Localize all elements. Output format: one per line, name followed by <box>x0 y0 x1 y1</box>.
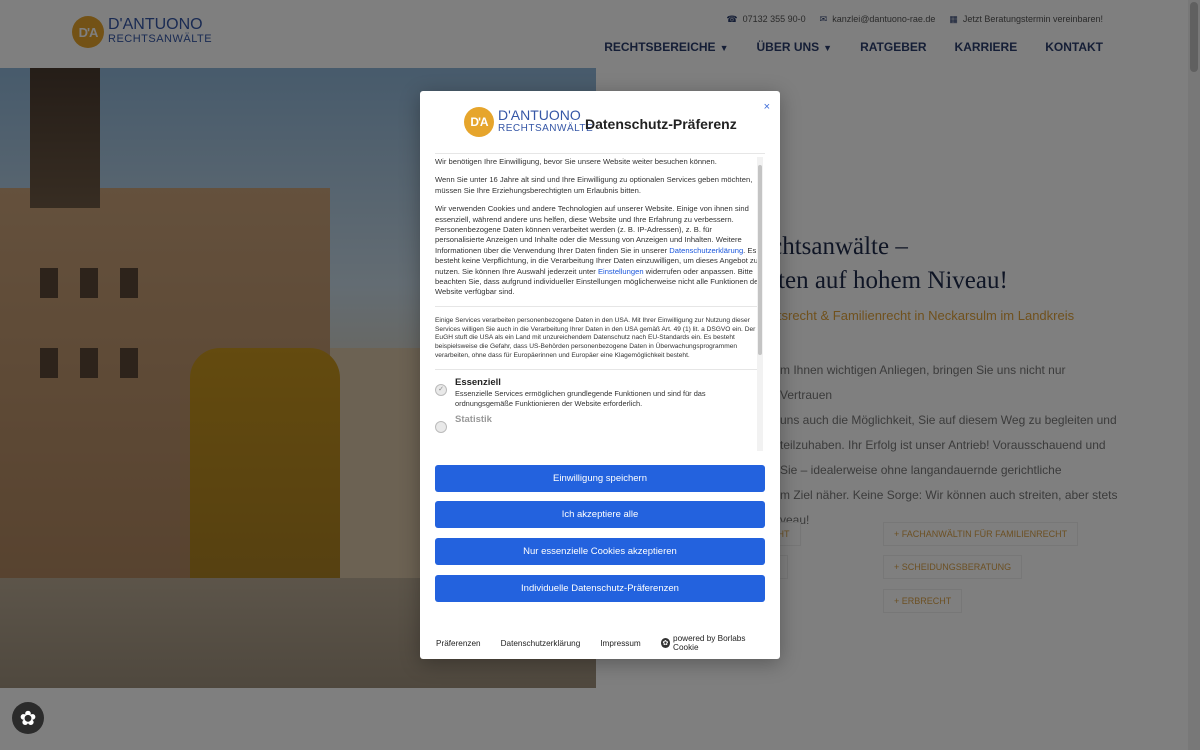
logo-mark: D'A <box>464 107 494 137</box>
divider <box>435 153 765 154</box>
dialog-body[interactable]: Wir benötigen Ihre Einwilligung, bevor S… <box>435 157 761 451</box>
cookie-explanation: Wir verwenden Cookies und andere Technol… <box>435 204 761 298</box>
borlabs-gear-icon: ✿ <box>660 638 671 648</box>
imprint-link[interactable]: Impressum <box>600 639 641 648</box>
category-title: Statistik <box>455 414 492 426</box>
checkbox[interactable] <box>435 421 447 434</box>
privacy-link[interactable]: Datenschutzerklärung <box>501 639 581 648</box>
save-consent-button[interactable]: Einwilligung speichern <box>435 465 765 492</box>
age-notice: Wenn Sie unter 16 Jahre alt sind und Ihr… <box>435 175 753 195</box>
logo-line2: RECHTSANWÄLTE <box>498 123 594 134</box>
logo-line1: D'ANTUONO <box>498 107 581 123</box>
cookie-consent-dialog: D'A D'ANTUONO RECHTSANWÄLTE Datenschutz-… <box>420 91 780 659</box>
category-statistics[interactable]: Statistik <box>435 414 761 434</box>
category-description: Essenzielle Services ermöglichen grundle… <box>455 389 706 409</box>
powered-by-text: powered by Borlabs Cookie <box>673 634 746 652</box>
scrollbar-thumb[interactable] <box>758 165 762 355</box>
category-essential: ✓ Essenziell Essenzielle Services ermögl… <box>435 376 761 409</box>
consent-intro: Wir benötigen Ihre Einwilligung, bevor S… <box>435 157 717 166</box>
privacy-policy-link[interactable]: Datenschutzerklärung <box>669 246 743 255</box>
divider <box>435 305 761 307</box>
powered-by-link[interactable]: ✿ powered by Borlabs Cookie <box>660 634 766 652</box>
close-icon[interactable]: × <box>764 101 770 113</box>
dialog-logo: D'A D'ANTUONO RECHTSANWÄLTE <box>464 107 593 137</box>
dialog-scrollbar[interactable] <box>757 157 763 451</box>
dialog-header: D'A D'ANTUONO RECHTSANWÄLTE Datenschutz-… <box>420 91 780 153</box>
settings-link[interactable]: Einstellungen <box>598 267 644 276</box>
cookie-settings-icon[interactable]: ✿ <box>12 702 44 734</box>
dialog-title: Datenschutz-Präferenz <box>585 116 737 132</box>
accept-essential-button[interactable]: Nur essenzielle Cookies akzeptieren <box>435 538 765 565</box>
dialog-footer: Präferenzen Datenschutzerklärung Impress… <box>436 634 766 652</box>
divider <box>435 368 761 370</box>
usa-notice: Einige Services verarbeiten personenbezo… <box>435 316 756 360</box>
category-title: Essenziell <box>455 376 501 388</box>
preferences-link[interactable]: Präferenzen <box>436 639 481 648</box>
accept-all-button[interactable]: Ich akzeptiere alle <box>435 501 765 528</box>
individual-preferences-button[interactable]: Individuelle Datenschutz-Präferenzen <box>435 575 765 602</box>
logo-text: D'ANTUONO RECHTSANWÄLTE <box>498 108 593 136</box>
checkmark-icon: ✓ <box>435 383 447 396</box>
